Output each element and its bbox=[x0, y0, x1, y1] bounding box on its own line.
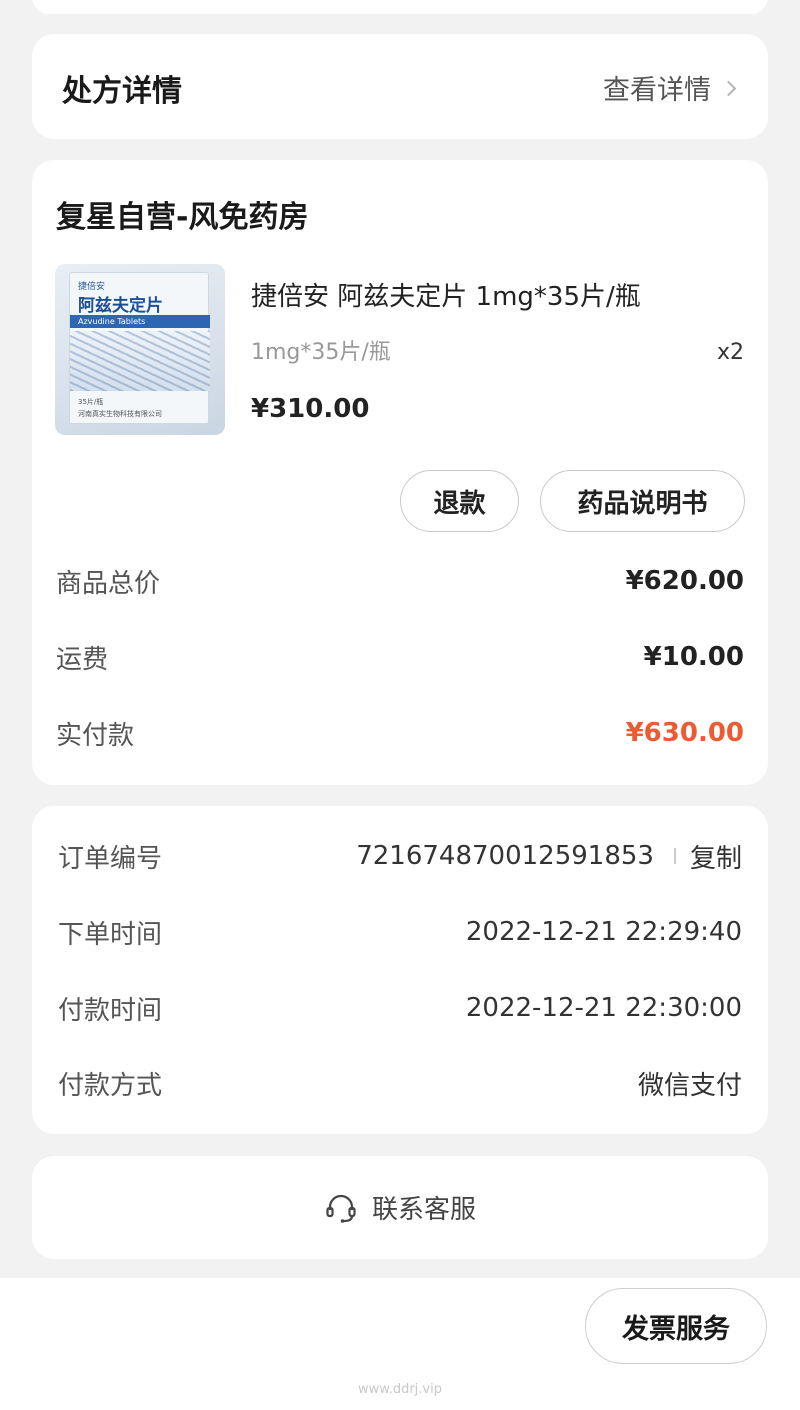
shipping-label: 运费 bbox=[56, 644, 109, 675]
paid-row: 实付款 ¥630.00 bbox=[56, 713, 744, 753]
product-quantity: x2 bbox=[716, 340, 744, 365]
box-band: Azvudine Tablets bbox=[70, 315, 210, 328]
pay-method-label: 付款方式 bbox=[58, 1070, 163, 1101]
pay-time-label: 付款时间 bbox=[58, 995, 163, 1026]
product-name[interactable]: 捷倍安 阿兹夫定片 1mg*35片/瓶 bbox=[251, 276, 641, 313]
store-name: 复星自营-风免药房 bbox=[56, 200, 309, 235]
prescription-title: 处方详情 bbox=[62, 74, 182, 109]
product-spec: 1mg*35片/瓶 bbox=[251, 340, 391, 365]
box-artwork bbox=[70, 331, 210, 391]
pay-method-value: 微信支付 bbox=[637, 1070, 742, 1101]
paid-label: 实付款 bbox=[56, 720, 135, 751]
order-number-label: 订单编号 bbox=[58, 843, 163, 874]
shipping-value: ¥10.00 bbox=[643, 642, 744, 672]
order-number-row: 订单编号 7216748700125918​53 复制 bbox=[58, 836, 742, 876]
pay-method-row: 付款方式 微信支付 bbox=[58, 1063, 742, 1103]
view-details-link[interactable]: 查看详情 bbox=[603, 68, 737, 107]
view-details-label: 查看详情 bbox=[603, 75, 711, 106]
prescription-card[interactable]: 处方详情 查看详情 bbox=[32, 34, 768, 139]
watermark: www.ddrj.vip bbox=[358, 1382, 442, 1397]
product-image[interactable]: 捷倍安 阿兹夫定片 Azvudine Tablets 35片/瓶 河南真实生物科… bbox=[55, 264, 225, 435]
bottom-action-bar: 发票服务 www.ddrj.vip bbox=[0, 1278, 800, 1410]
pay-time-row: 付款时间 2022-12-21 22:30:00 bbox=[58, 988, 742, 1028]
copy-button[interactable]: 复制 bbox=[690, 838, 742, 875]
pay-time-value: 2022-12-21 22:30:00 bbox=[465, 993, 742, 1023]
order-number-value: 7216748700125918​53 bbox=[356, 841, 654, 871]
chevron-right-icon bbox=[720, 80, 737, 97]
invoice-service-button[interactable]: 发票服务 bbox=[585, 1288, 767, 1364]
order-info-card: 订单编号 7216748700125918​53 复制 下单时间 2022-12… bbox=[32, 806, 768, 1134]
order-card: 复星自营-风免药房 捷倍安 阿兹夫定片 Azvudine Tablets 35片… bbox=[32, 160, 768, 785]
customer-service-card[interactable]: 联系客服 bbox=[32, 1156, 768, 1259]
subtotal-row: 商品总价 ¥620.00 bbox=[56, 561, 744, 601]
order-time-label: 下单时间 bbox=[58, 919, 163, 950]
refund-button[interactable]: 退款 bbox=[400, 470, 519, 532]
box-title: 阿兹夫定片 bbox=[78, 296, 163, 316]
order-time-row: 下单时间 2022-12-21 22:29:40 bbox=[58, 912, 742, 952]
order-time-value: 2022-12-21 22:29:40 bbox=[465, 917, 742, 947]
box-maker: 河南真实生物科技有限公司 bbox=[78, 410, 162, 418]
headset-icon bbox=[326, 1194, 356, 1223]
drug-manual-button[interactable]: 药品说明书 bbox=[540, 470, 745, 532]
paid-value: ¥630.00 bbox=[625, 718, 744, 748]
contact-service-label: 联系客服 bbox=[371, 1195, 476, 1225]
subtotal-label: 商品总价 bbox=[56, 568, 161, 599]
divider bbox=[673, 848, 676, 864]
box-count: 35片/瓶 bbox=[78, 398, 104, 406]
shipping-row: 运费 ¥10.00 bbox=[56, 637, 744, 677]
previous-card-stub bbox=[32, 0, 768, 14]
product-price: ¥310.00 bbox=[251, 394, 370, 424]
contact-service-button[interactable]: 联系客服 bbox=[324, 1189, 476, 1226]
medicine-box-image: 捷倍安 阿兹夫定片 Azvudine Tablets 35片/瓶 河南真实生物科… bbox=[69, 272, 210, 424]
subtotal-value: ¥620.00 bbox=[625, 566, 744, 596]
